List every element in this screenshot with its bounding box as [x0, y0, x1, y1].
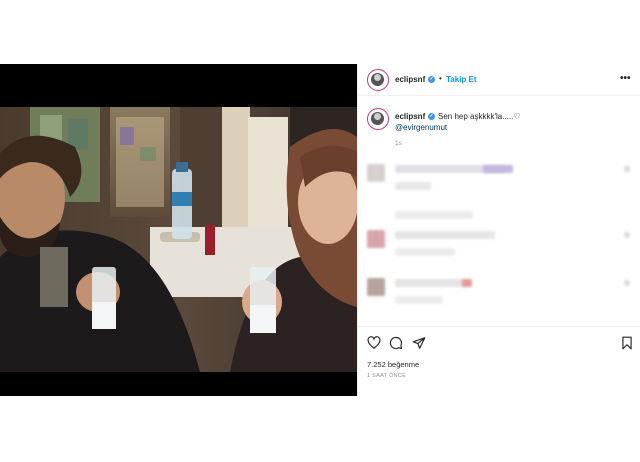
more-options-icon[interactable]: ••• [620, 73, 631, 84]
comment-icon[interactable] [389, 336, 403, 350]
comment-meta-blurred [395, 248, 455, 256]
comment-like-icon[interactable] [624, 232, 630, 238]
photo-illustration [0, 107, 357, 372]
avatar[interactable] [367, 69, 389, 91]
caption-avatar[interactable] [367, 108, 389, 130]
likes-count[interactable]: 7.252 beğenme [367, 360, 419, 369]
comment-avatar [367, 230, 385, 248]
comment-avatar [367, 164, 385, 182]
heart-icon[interactable] [367, 336, 381, 350]
comment-meta-blurred [395, 182, 431, 190]
comment-text-blurred [462, 279, 472, 287]
separator-dot: • [439, 74, 442, 83]
caption-time: 1s [395, 140, 402, 147]
comment-like-icon[interactable] [624, 166, 630, 172]
username[interactable]: eclipsnf [395, 75, 425, 84]
comment-like-icon[interactable] [624, 280, 630, 286]
post-side-panel: eclipsnf ✓ • Takip Et ••• eclipsnf ✓ Sen… [357, 64, 640, 396]
post-media [0, 64, 357, 396]
follow-button[interactable]: Takip Et [446, 75, 477, 84]
share-icon[interactable] [412, 336, 426, 350]
caption-text: Sen hep aşkkkk'la.....♡ [438, 112, 521, 121]
post-timestamp: 1 SAAT ÖNCE [367, 373, 407, 379]
comment-text-blurred [483, 165, 513, 173]
comment-text-blurred [395, 231, 495, 239]
caption-verified-badge-icon: ✓ [428, 113, 435, 120]
view-replies-blurred[interactable] [395, 211, 473, 219]
verified-badge-icon: ✓ [428, 76, 435, 83]
post-photo[interactable] [0, 107, 357, 372]
caption-username[interactable]: eclipsnf [395, 112, 425, 121]
comment-avatar [367, 278, 385, 296]
post-header: eclipsnf ✓ • Takip Et ••• [358, 64, 640, 96]
comment-meta-blurred [395, 296, 443, 304]
instagram-post: eclipsnf ✓ • Takip Et ••• eclipsnf ✓ Sen… [0, 0, 640, 462]
caption-mention[interactable]: @evirgenumut [395, 123, 447, 132]
post-actions: 7.252 beğenme 1 SAAT ÖNCE [358, 326, 640, 396]
bookmark-icon[interactable] [621, 336, 633, 350]
comment-text-blurred [395, 279, 465, 287]
